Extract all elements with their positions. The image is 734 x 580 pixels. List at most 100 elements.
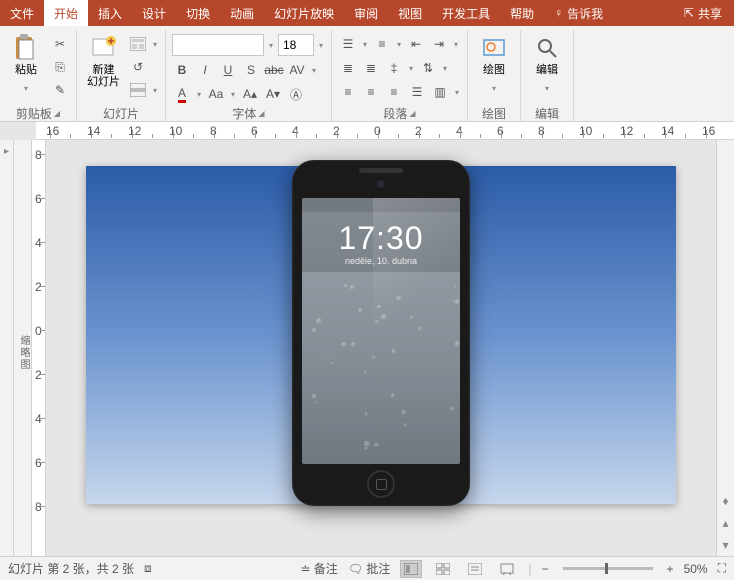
font-label: 字体 xyxy=(232,105,256,122)
paste-icon xyxy=(12,34,40,62)
share-button[interactable]: ⇱ 共享 xyxy=(672,0,734,26)
vertical-scrollbar[interactable]: ♦ ▴ ▾ xyxy=(716,140,734,556)
dropdown-icon[interactable]: ▾ xyxy=(267,35,275,55)
spacing-button[interactable]: AV xyxy=(287,60,307,80)
tab-developer[interactable]: 开发工具 xyxy=(432,0,500,26)
drawing-group-label: 绘图 xyxy=(482,105,506,122)
zoom-in-button[interactable]: + xyxy=(667,562,674,576)
tab-animations[interactable]: 动画 xyxy=(220,0,264,26)
paste-button[interactable]: 粘贴 ▾ xyxy=(6,32,46,100)
prev-slide-icon[interactable]: ♦ xyxy=(722,494,728,508)
clipboard-label: 剪贴板 xyxy=(16,105,52,122)
align-left-button[interactable]: ≡ xyxy=(338,82,358,102)
layout-button[interactable] xyxy=(128,34,148,54)
ruler-vertical: 864202468 xyxy=(32,140,46,556)
sorter-view-button[interactable] xyxy=(432,560,454,578)
font-name-input[interactable] xyxy=(172,34,264,56)
scissors-icon: ✂ xyxy=(55,37,65,51)
indent-right-button[interactable]: ⇥ xyxy=(429,34,449,54)
slide-counter[interactable]: 幻灯片 第 2 张，共 2 张 xyxy=(8,560,134,577)
numbering-button[interactable]: ≡ xyxy=(372,34,392,54)
fit-window-button[interactable]: ⛶ xyxy=(718,561,726,576)
slideshow-view-button[interactable] xyxy=(496,560,518,578)
launcher-icon[interactable]: ◢ xyxy=(409,109,415,118)
copy-button[interactable]: ⎘ xyxy=(50,57,70,77)
tab-bar: 文件 开始 插入 设计 切换 动画 幻灯片放映 审阅 视图 开发工具 帮助 ♀ … xyxy=(0,0,734,26)
launcher-icon[interactable]: ◢ xyxy=(258,109,264,118)
outline-toggle[interactable]: ▸ xyxy=(0,140,14,556)
tab-slideshow[interactable]: 幻灯片放映 xyxy=(264,0,344,26)
scroll-down-icon[interactable]: ▾ xyxy=(722,538,728,552)
share-label: 共享 xyxy=(698,5,722,22)
text-direction-button[interactable]: ⇅ xyxy=(418,58,438,78)
strike-button[interactable]: abc xyxy=(264,60,284,80)
columns-button[interactable]: ▥ xyxy=(430,82,450,102)
slide-canvas[interactable]: 17:30 neděle, 10. dubna xyxy=(46,140,716,556)
group-font: ▾ 18 ▾ B I U S abc AV▾ A▾ Aa▾ A▴ A▾ xyxy=(166,30,332,121)
tab-home[interactable]: 开始 xyxy=(44,0,88,26)
tell-me[interactable]: ♀ 告诉我 xyxy=(544,0,613,26)
share-icon: ⇱ xyxy=(684,6,694,20)
increase-list-button[interactable]: ≣ xyxy=(361,58,381,78)
bullets-button[interactable]: ☰ xyxy=(338,34,358,54)
new-slide-icon xyxy=(90,34,118,62)
tab-file[interactable]: 文件 xyxy=(0,0,44,26)
indent-left-button[interactable]: ⇤ xyxy=(406,34,426,54)
scroll-up-icon[interactable]: ▴ xyxy=(722,516,728,530)
cut-button[interactable]: ✂ xyxy=(50,34,70,54)
tab-insert[interactable]: 插入 xyxy=(88,0,132,26)
new-slide-button[interactable]: 新建 幻灯片 xyxy=(83,32,124,90)
underline-button[interactable]: U xyxy=(218,60,238,80)
shrink-font-button[interactable]: A▾ xyxy=(263,84,283,104)
comments-button[interactable]: 🗨 批注 xyxy=(348,560,391,577)
justify-button[interactable]: ☰ xyxy=(407,82,427,102)
editing-group-label: 编辑 xyxy=(535,105,559,122)
format-painter-button[interactable]: ✎ xyxy=(50,80,70,100)
status-bar: 幻灯片 第 2 张，共 2 张 ⧈ ≐ 备注 🗨 批注 | − + 50% ⛶ xyxy=(0,556,734,580)
launcher-icon[interactable]: ◢ xyxy=(54,109,60,118)
font-color-button[interactable]: A xyxy=(172,84,192,104)
brush-icon: ✎ xyxy=(55,83,65,97)
tab-transitions[interactable]: 切换 xyxy=(176,0,220,26)
normal-view-button[interactable] xyxy=(400,560,422,578)
editing-button[interactable]: 编辑 ▾ xyxy=(527,32,567,100)
line-spacing-button[interactable]: ‡ xyxy=(384,58,404,78)
find-icon xyxy=(533,34,561,62)
section-button[interactable] xyxy=(128,80,148,100)
shadow-button[interactable]: S xyxy=(241,60,261,80)
phone-image[interactable]: 17:30 neděle, 10. dubna xyxy=(292,160,470,506)
grow-font-button[interactable]: A▴ xyxy=(240,84,260,104)
copy-icon: ⎘ xyxy=(55,60,65,75)
notes-button[interactable]: ≐ 备注 xyxy=(300,560,337,577)
drawing-button[interactable]: 绘图 ▾ xyxy=(474,32,514,100)
spellcheck-icon[interactable]: ⧈ xyxy=(144,561,152,576)
decrease-list-button[interactable]: ≣ xyxy=(338,58,358,78)
clear-format-button[interactable]: Ⓐ xyxy=(286,84,306,104)
phone-date: neděle, 10. dubna xyxy=(302,256,460,266)
tab-help[interactable]: 帮助 xyxy=(500,0,544,26)
font-size-input[interactable]: 18 xyxy=(278,34,314,56)
align-center-button[interactable]: ≡ xyxy=(361,82,381,102)
group-paragraph: ☰▾ ≡▾ ⇤ ⇥▾ ≣ ≣ ‡▾ ⇅▾ ≡ ≡ ≡ ☰ ▥▾ xyxy=(332,30,468,121)
thumbnail-panel-label: 缩略图 xyxy=(14,140,32,556)
reading-view-button[interactable] xyxy=(464,560,486,578)
tell-me-label: 告诉我 xyxy=(567,5,603,22)
tab-review[interactable]: 审阅 xyxy=(344,0,388,26)
align-right-button[interactable]: ≡ xyxy=(384,82,404,102)
reset-icon: ↺ xyxy=(133,60,143,74)
zoom-out-button[interactable]: − xyxy=(542,562,549,576)
reset-button[interactable]: ↺ xyxy=(128,57,148,77)
slide[interactable]: 17:30 neděle, 10. dubna xyxy=(86,166,676,504)
tab-view[interactable]: 视图 xyxy=(388,0,432,26)
zoom-level[interactable]: 50% xyxy=(684,562,708,576)
zoom-slider[interactable] xyxy=(563,567,653,570)
dropdown-icon[interactable]: ▾ xyxy=(317,35,325,55)
tab-design[interactable]: 设计 xyxy=(132,0,176,26)
paragraph-label: 段落 xyxy=(383,105,407,122)
italic-button[interactable]: I xyxy=(195,60,215,80)
change-case-button[interactable]: Aa xyxy=(206,84,226,104)
bold-button[interactable]: B xyxy=(172,60,192,80)
drawing-icon xyxy=(480,34,508,62)
drawing-label: 绘图 xyxy=(483,64,505,76)
bulb-icon: ♀ xyxy=(554,6,563,20)
